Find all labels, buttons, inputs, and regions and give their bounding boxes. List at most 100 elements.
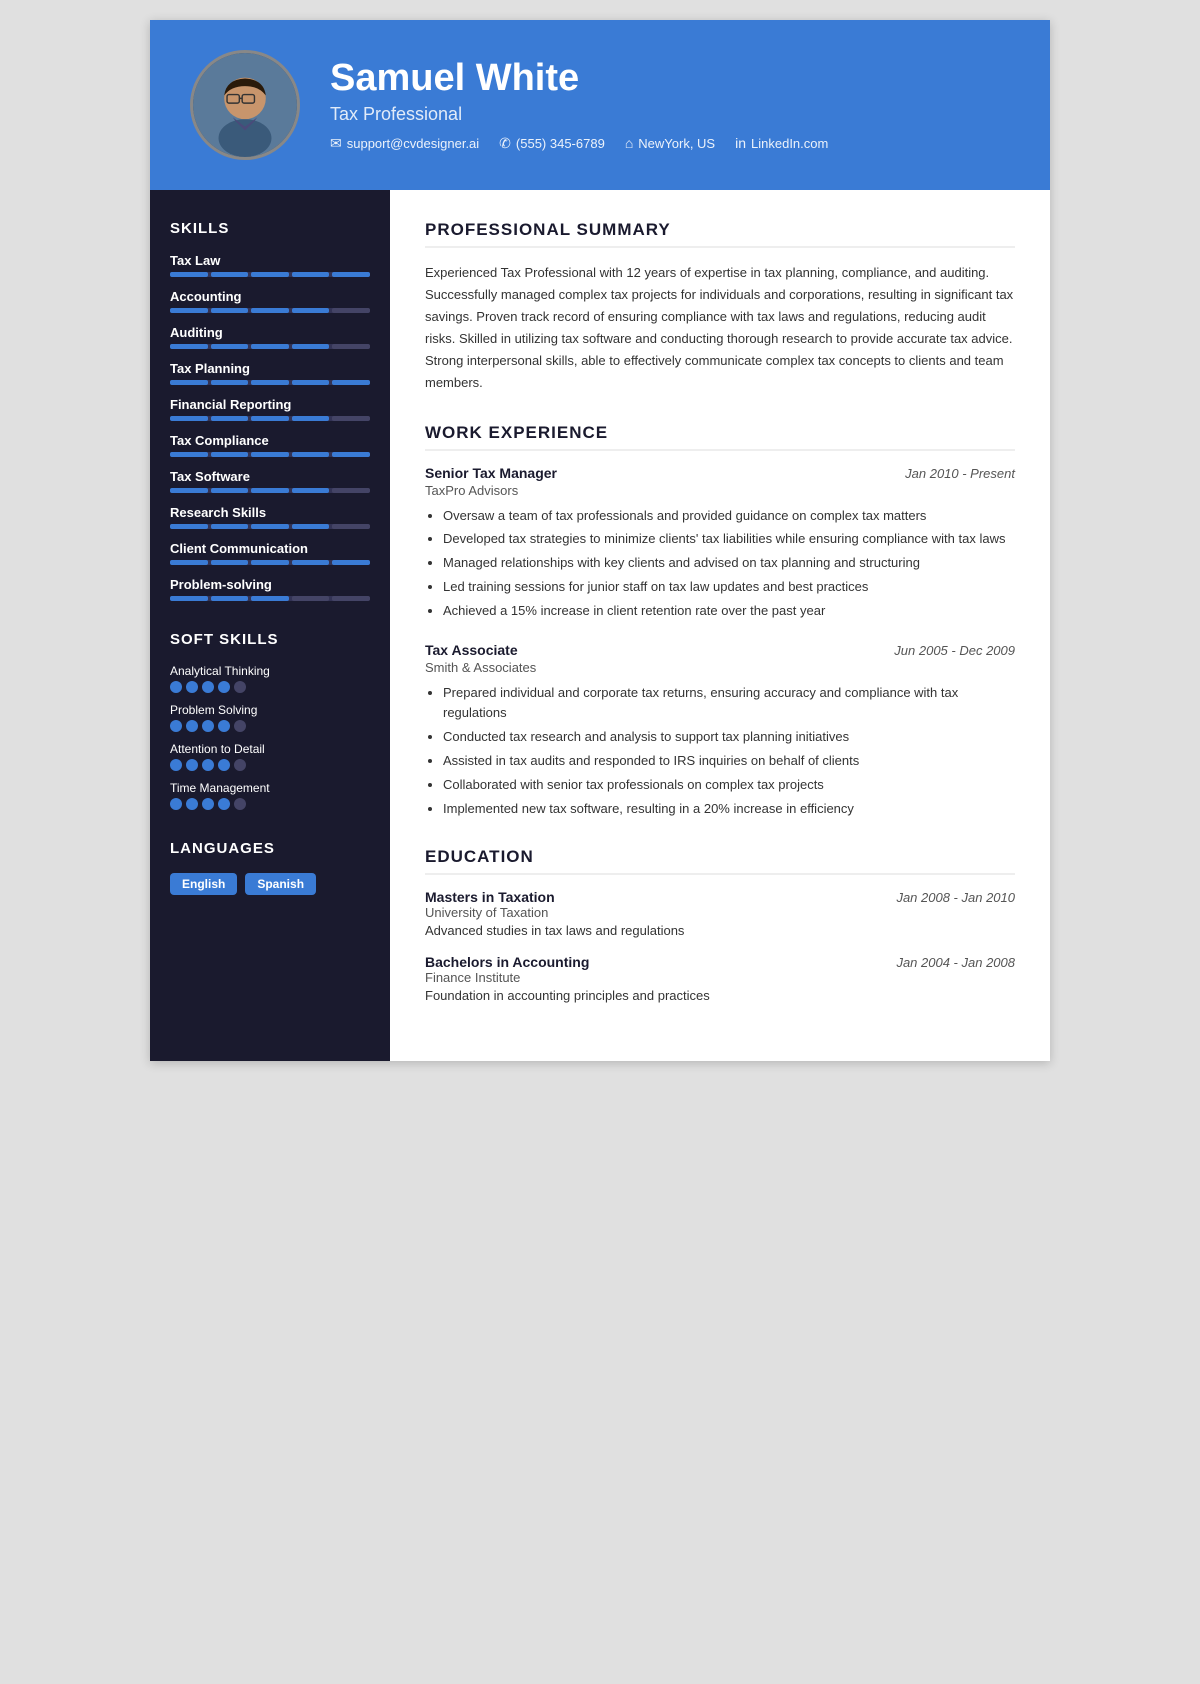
education-item: Masters in TaxationJan 2008 - Jan 2010Un… [425, 889, 1015, 938]
edu-dates: Jan 2004 - Jan 2008 [896, 955, 1015, 970]
skill-bar-filled-segment [251, 416, 289, 421]
soft-skill-dots [170, 759, 370, 771]
skill-bar-filled-segment [170, 308, 208, 313]
location-icon: ⌂ [625, 135, 633, 151]
skill-bar-filled-segment [211, 596, 249, 601]
skill-name: Auditing [170, 325, 370, 340]
skill-item: Research Skills [170, 505, 370, 529]
skill-item: Accounting [170, 289, 370, 313]
job-bullet: Oversaw a team of tax professionals and … [443, 506, 1015, 527]
sidebar: SKILLS Tax LawAccountingAuditingTax Plan… [150, 190, 390, 1061]
linkedin-text: LinkedIn.com [751, 136, 828, 151]
skill-bar-filled-segment [170, 344, 208, 349]
skill-bar-filled-segment [332, 560, 370, 565]
job-dates: Jun 2005 - Dec 2009 [894, 643, 1015, 658]
skill-bar-filled-segment [251, 380, 289, 385]
soft-skill-item: Attention to Detail [170, 742, 370, 771]
skill-bar [170, 524, 370, 529]
edu-degree: Masters in Taxation [425, 889, 555, 905]
skill-bar-filled-segment [170, 596, 208, 601]
skill-bar-filled-segment [170, 560, 208, 565]
job-bullet: Managed relationships with key clients a… [443, 553, 1015, 574]
skill-name: Tax Planning [170, 361, 370, 376]
dot-filled [202, 759, 214, 771]
body: SKILLS Tax LawAccountingAuditingTax Plan… [150, 190, 1050, 1061]
skill-bar-filled-segment [251, 308, 289, 313]
header-name: Samuel White [330, 58, 828, 100]
job-bullet: Conducted tax research and analysis to s… [443, 727, 1015, 748]
job-dates: Jan 2010 - Present [905, 466, 1015, 481]
dot-filled [186, 798, 198, 810]
summary-section: PROFESSIONAL SUMMARY Experienced Tax Pro… [425, 220, 1015, 395]
job-header: Tax Associate Jun 2005 - Dec 2009 [425, 642, 1015, 658]
job-item: Senior Tax ManagerJan 2010 - PresentTaxP… [425, 465, 1015, 622]
skill-name: Problem-solving [170, 577, 370, 592]
avatar [190, 50, 300, 160]
dot-empty [234, 798, 246, 810]
education-list: Masters in TaxationJan 2008 - Jan 2010Un… [425, 889, 1015, 1003]
job-item: Tax Associate Jun 2005 - Dec 2009 Smith & … [425, 642, 1015, 820]
education-title: EDUCATION [425, 847, 1015, 875]
soft-skills-section: SOFT SKILLS Analytical ThinkingProblem S… [170, 631, 370, 810]
skill-bar-empty-segment [332, 308, 370, 313]
job-title: Senior Tax Manager [425, 465, 557, 481]
skill-bar-empty-segment [332, 596, 370, 601]
edu-header: Bachelors in Accounting Jan 2004 - Jan 20… [425, 954, 1015, 970]
experience-title: WORK EXPERIENCE [425, 423, 1015, 451]
skill-item: Financial Reporting [170, 397, 370, 421]
contact-phone: ✆ (555) 345-6789 [499, 135, 605, 152]
skill-bar-filled-segment [170, 452, 208, 457]
dot-filled [218, 681, 230, 693]
soft-skill-dots [170, 798, 370, 810]
skill-bar-filled-segment [251, 524, 289, 529]
job-header: Senior Tax Manager Jan 2010 - Present [425, 465, 1015, 481]
experience-section: WORK EXPERIENCE Senior Tax Manager Jan 20… [425, 423, 1015, 820]
skill-bar-filled-segment [170, 416, 208, 421]
skill-bar-filled-segment [211, 452, 249, 457]
skill-item: Tax Compliance [170, 433, 370, 457]
skill-bar-filled-segment [211, 272, 249, 277]
skill-bar [170, 416, 370, 421]
edu-school: University of Taxation [425, 905, 1015, 920]
dot-filled [202, 720, 214, 732]
language-tag: English [170, 873, 237, 895]
skill-bar-filled-segment [211, 524, 249, 529]
contact-location: ⌂ NewYork, US [625, 135, 715, 152]
skill-bar-filled-segment [170, 524, 208, 529]
skill-item: Tax Law [170, 253, 370, 277]
skills-section: SKILLS Tax LawAccountingAuditingTax Plan… [170, 220, 370, 601]
skill-bar-empty-segment [332, 344, 370, 349]
job-title: Tax Associate [425, 642, 518, 658]
summary-title: PROFESSIONAL SUMMARY [425, 220, 1015, 248]
main-content: PROFESSIONAL SUMMARY Experienced Tax Pro… [390, 190, 1050, 1061]
skill-bar [170, 452, 370, 457]
languages-title: LANGUAGES [170, 840, 370, 857]
skill-bar [170, 560, 370, 565]
dot-filled [218, 720, 230, 732]
languages-section: LANGUAGES EnglishSpanish [170, 840, 370, 895]
job-bullets: Prepared individual and corporate tax re… [425, 683, 1015, 820]
skill-bar-filled-segment [292, 308, 330, 313]
skill-bar-filled-segment [292, 452, 330, 457]
skill-name: Accounting [170, 289, 370, 304]
edu-degree: Bachelors in Accounting [425, 954, 589, 970]
soft-skill-name: Time Management [170, 781, 370, 795]
skill-name: Tax Compliance [170, 433, 370, 448]
skill-bar-filled-segment [292, 272, 330, 277]
skill-bar [170, 596, 370, 601]
skill-bar-filled-segment [211, 380, 249, 385]
soft-skill-item: Time Management [170, 781, 370, 810]
summary-text: Experienced Tax Professional with 12 yea… [425, 262, 1015, 395]
header: Samuel White Tax Professional ✉ support@… [150, 20, 1050, 190]
phone-icon: ✆ [499, 135, 511, 152]
dot-filled [170, 798, 182, 810]
skill-bar-filled-segment [292, 524, 330, 529]
skill-name: Research Skills [170, 505, 370, 520]
skill-bar-filled-segment [211, 488, 249, 493]
jobs-list: Senior Tax ManagerJan 2010 - PresentTaxP… [425, 465, 1015, 820]
job-bullet: Prepared individual and corporate tax re… [443, 683, 1015, 725]
skill-bar-filled-segment [251, 272, 289, 277]
job-company: Smith & Associates [425, 660, 1015, 675]
skill-item: Auditing [170, 325, 370, 349]
dot-filled [186, 681, 198, 693]
